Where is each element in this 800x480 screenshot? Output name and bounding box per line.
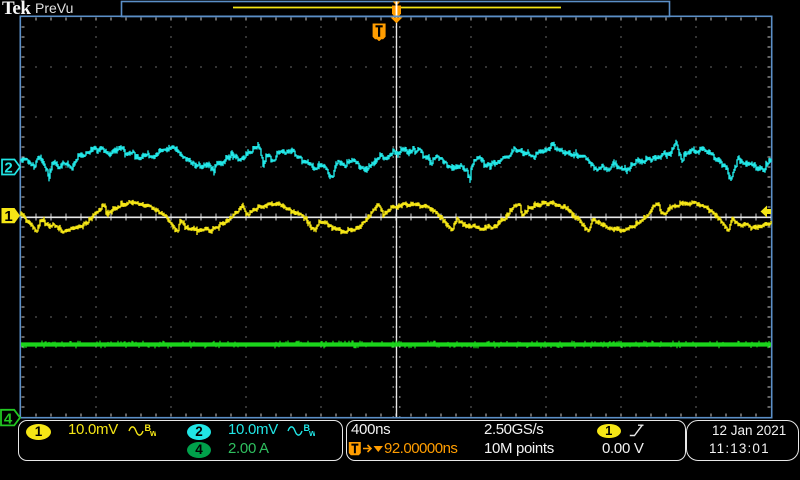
svg-text:1: 1 — [4, 208, 12, 225]
svg-text:w: w — [308, 428, 315, 438]
svg-text:4: 4 — [4, 410, 13, 427]
svg-text:w: w — [149, 428, 156, 438]
svg-text:2: 2 — [4, 160, 12, 177]
